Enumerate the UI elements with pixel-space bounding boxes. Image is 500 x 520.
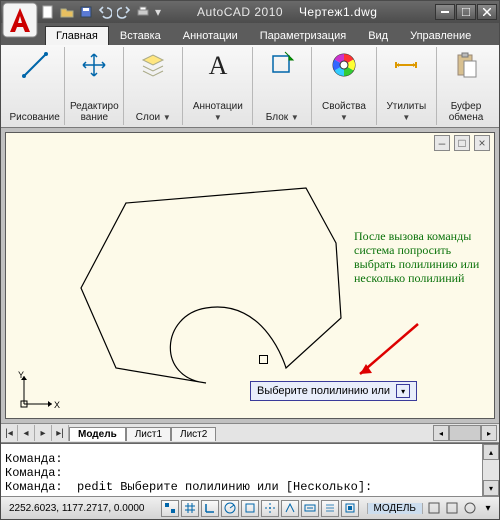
status-tray-icon[interactable]	[427, 501, 441, 515]
command-line: Команда:	[5, 466, 478, 480]
layout-nav-prev[interactable]: ◂	[18, 425, 35, 441]
annotation-text: После вызова команды система попросить в…	[354, 229, 494, 285]
panel-label: Блок	[266, 112, 288, 123]
panel-utilities[interactable]: Утилиты ▼	[377, 47, 437, 125]
hscroll-right[interactable]: ▸	[481, 425, 497, 441]
svg-text:A: A	[208, 51, 227, 80]
qat-undo-icon[interactable]	[98, 5, 112, 19]
status-tray-menu[interactable]: ▾	[481, 501, 495, 515]
color-wheel-icon	[329, 49, 359, 81]
tab-view[interactable]: Вид	[357, 26, 399, 45]
status-polar-toggle[interactable]	[221, 500, 239, 517]
coordinates-readout[interactable]: 2252.6023, 1177.2717, 0.0000	[1, 503, 157, 514]
text-icon: A	[203, 49, 233, 81]
svg-text:X: X	[54, 400, 60, 410]
layout-nav-next[interactable]: ▸	[35, 425, 52, 441]
status-grid-toggle[interactable]	[181, 500, 199, 517]
panel-properties[interactable]: Свойства ▼	[312, 47, 376, 125]
panel-label: Слои	[136, 112, 160, 123]
panel-annotation[interactable]: A Аннотации ▼	[183, 47, 253, 125]
panel-label: Буфер обмена	[449, 101, 484, 123]
svg-text:Y: Y	[18, 370, 24, 380]
panel-block[interactable]: Блок ▼	[253, 47, 312, 125]
qat-print-icon[interactable]	[136, 5, 150, 19]
line-icon	[20, 49, 50, 81]
title-bar: ▾ AutoCAD 2010 Чертеж1.dwg	[1, 1, 499, 23]
tab-home[interactable]: Главная	[45, 26, 109, 45]
chevron-down-icon: ▼	[402, 113, 410, 122]
status-tray-icon[interactable]	[463, 501, 477, 515]
qat-redo-icon[interactable]	[117, 5, 131, 19]
layout-tab-sheet1[interactable]: Лист1	[126, 427, 171, 441]
app-menu-button[interactable]	[2, 2, 38, 38]
layout-tab-model[interactable]: Модель	[69, 427, 126, 441]
command-line: Команда:	[5, 452, 478, 466]
status-tray-icon[interactable]	[445, 501, 459, 515]
tab-insert[interactable]: Вставка	[109, 26, 172, 45]
qat-new-icon[interactable]	[41, 5, 55, 19]
layout-nav-first[interactable]: |◂	[1, 425, 18, 441]
chevron-down-icon: ▼	[214, 113, 222, 122]
qat-save-icon[interactable]	[79, 5, 93, 19]
close-button[interactable]	[477, 4, 497, 20]
block-icon	[267, 49, 297, 81]
app-name: AutoCAD 2010	[197, 5, 283, 19]
ribbon-tabs: Главная Вставка Аннотации Параметризация…	[1, 23, 499, 45]
chevron-down-icon: ▼	[163, 113, 171, 122]
status-bar: 2252.6023, 1177.2717, 0.0000 МОДЕЛЬ ▾	[1, 496, 499, 519]
status-osnap-toggle[interactable]	[241, 500, 259, 517]
status-lwt-toggle[interactable]	[321, 500, 339, 517]
panel-label: Свойства	[322, 101, 366, 112]
chevron-down-icon: ▼	[291, 113, 299, 122]
tab-annotate[interactable]: Аннотации	[172, 26, 249, 45]
status-ortho-toggle[interactable]	[201, 500, 219, 517]
panel-draw[interactable]: Рисование	[5, 47, 65, 125]
command-window[interactable]: Команда: Команда: Команда: pedit Выберит…	[1, 443, 499, 496]
status-qp-toggle[interactable]	[341, 500, 359, 517]
ribbon: Рисование Редактиро вание Слои ▼ A Аннот…	[1, 45, 499, 128]
command-line: Команда: pedit Выберите полилинию или [Н…	[5, 480, 478, 494]
status-ducs-toggle[interactable]	[281, 500, 299, 517]
pickbox-cursor	[259, 355, 268, 364]
panel-modify[interactable]: Редактиро вание	[65, 47, 124, 125]
status-otrack-toggle[interactable]	[261, 500, 279, 517]
annotation-arrow	[346, 318, 436, 388]
vscroll-up[interactable]: ▴	[483, 444, 499, 460]
drawing-area[interactable]: – □ × YX Выберите полилинию или ▾	[5, 132, 495, 419]
tab-manage[interactable]: Управление	[399, 26, 482, 45]
move-icon	[79, 49, 109, 81]
hscroll-thumb[interactable]	[449, 425, 481, 441]
panel-label: Утилиты	[386, 101, 426, 112]
maximize-button[interactable]	[456, 4, 476, 20]
hscroll-left[interactable]: ◂	[433, 425, 449, 441]
status-dyn-toggle[interactable]	[301, 500, 319, 517]
layout-tab-sheet2[interactable]: Лист2	[171, 427, 216, 441]
measure-icon	[391, 49, 421, 81]
tab-parametric[interactable]: Параметризация	[249, 26, 357, 45]
document-name: Чертеж1.dwg	[299, 5, 378, 19]
clipboard-icon	[451, 49, 481, 81]
layout-tabs: |◂ ◂ ▸ ▸| Модель Лист1 Лист2 ◂ ▸	[1, 423, 499, 443]
vscroll-down[interactable]: ▾	[483, 480, 499, 496]
status-snap-toggle[interactable]	[161, 500, 179, 517]
layers-icon	[138, 49, 168, 81]
layout-nav-last[interactable]: ▸|	[52, 425, 69, 441]
panel-label: Аннотации	[193, 101, 243, 112]
qat-more-icon[interactable]: ▾	[155, 5, 161, 19]
chevron-down-icon: ▼	[340, 113, 348, 122]
panel-label: Редактиро вание	[70, 101, 119, 123]
qat-open-icon[interactable]	[60, 5, 74, 19]
ucs-icon: YX	[14, 364, 64, 414]
minimize-button[interactable]	[435, 4, 455, 20]
panel-label: Рисование	[9, 112, 59, 123]
status-space-button[interactable]: МОДЕЛЬ	[367, 503, 423, 514]
panel-layers[interactable]: Слои ▼	[124, 47, 183, 125]
panel-clipboard[interactable]: Буфер обмена	[437, 47, 495, 125]
